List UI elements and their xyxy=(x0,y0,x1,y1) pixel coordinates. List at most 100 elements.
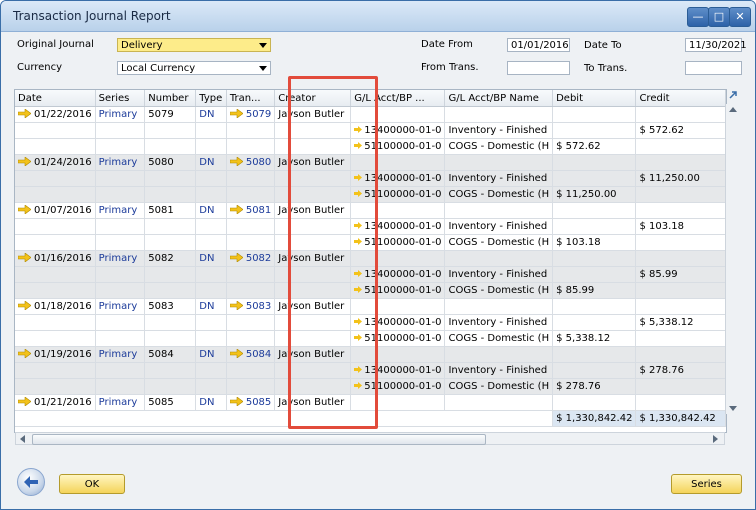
cell-debit xyxy=(552,346,637,363)
cell-credit xyxy=(635,378,726,395)
cell-debit xyxy=(552,154,637,171)
cell-type xyxy=(195,122,227,139)
link-arrow-icon[interactable] xyxy=(18,301,31,310)
cell-series[interactable]: Primary xyxy=(95,298,146,315)
link-arrow-icon[interactable] xyxy=(18,109,31,118)
to-trans-input[interactable] xyxy=(685,61,742,75)
cell-gl-name: COGS - Domestic (H xyxy=(444,378,554,395)
trans-text: 5085 xyxy=(245,397,272,408)
cell-series[interactable]: Primary xyxy=(95,346,146,363)
cell-date xyxy=(15,218,96,235)
link-arrow-icon[interactable] xyxy=(18,157,31,166)
col-header-date[interactable]: Date xyxy=(15,90,96,107)
cell-trans: 5083 xyxy=(226,298,276,315)
cell-credit xyxy=(635,394,726,411)
cell-debit: $ 572.62 xyxy=(552,138,637,155)
link-arrow-icon[interactable] xyxy=(229,253,243,262)
minimize-button[interactable]: — xyxy=(687,7,709,27)
scroll-right-icon[interactable] xyxy=(713,435,719,443)
col-header-trans[interactable]: Tran... xyxy=(226,90,276,107)
cell-gl-name: COGS - Domestic (H xyxy=(444,186,554,203)
expand-icon[interactable] xyxy=(727,89,739,101)
back-button[interactable] xyxy=(17,468,45,496)
cell-gl-name xyxy=(444,154,554,171)
maximize-button[interactable]: □ xyxy=(708,7,730,27)
link-arrow-icon[interactable] xyxy=(18,205,31,214)
trans-text: 5081 xyxy=(245,205,272,216)
cell-gl-name: Inventory - Finished xyxy=(444,122,554,139)
cell-type: DN xyxy=(195,298,227,315)
horizontal-scroll-thumb[interactable] xyxy=(32,434,486,445)
scroll-down-icon[interactable] xyxy=(729,406,737,412)
ok-button[interactable]: OK xyxy=(59,474,125,494)
cell-gl-name xyxy=(444,346,554,363)
cell-number xyxy=(144,218,197,235)
link-arrow-icon[interactable] xyxy=(18,253,31,262)
cell-number xyxy=(144,186,197,203)
link-arrow-icon[interactable] xyxy=(229,349,243,358)
cell-date xyxy=(15,122,96,139)
cell-credit: $ 572.62 xyxy=(635,122,726,139)
col-header-credit[interactable]: Credit xyxy=(635,90,726,107)
cell-credit xyxy=(635,154,726,171)
cell-type xyxy=(195,362,227,379)
link-arrow-icon[interactable] xyxy=(18,397,31,406)
cell-trans: 5080 xyxy=(226,154,276,171)
link-arrow-icon[interactable] xyxy=(229,157,243,166)
cell-gl-name: Inventory - Finished xyxy=(444,218,554,235)
from-trans-label: From Trans. xyxy=(421,62,479,73)
cell-number: 5080 xyxy=(144,154,197,171)
cell-series[interactable]: Primary xyxy=(95,250,146,267)
col-header-series[interactable]: Series xyxy=(95,90,146,107)
link-arrow-icon[interactable] xyxy=(229,205,243,214)
scroll-left-icon[interactable] xyxy=(19,435,25,443)
close-icon: ✕ xyxy=(735,10,745,23)
link-arrow-icon[interactable] xyxy=(18,349,31,358)
cell-gl-name xyxy=(444,250,554,267)
link-arrow-icon[interactable] xyxy=(229,109,243,118)
cell-number xyxy=(144,378,197,395)
title-bar: Transaction Journal Report — □ ✕ xyxy=(1,1,755,32)
col-header-number[interactable]: Number xyxy=(144,90,197,107)
close-button[interactable]: ✕ xyxy=(729,7,751,27)
cell-gl-name xyxy=(444,394,554,411)
cell-trans xyxy=(226,218,276,235)
cell-gl-name xyxy=(444,202,554,219)
cell-series[interactable]: Primary xyxy=(95,202,146,219)
currency-dropdown[interactable]: Local Currency xyxy=(117,61,271,75)
original-journal-dropdown[interactable]: Delivery xyxy=(117,38,271,52)
link-arrow-icon[interactable] xyxy=(229,397,243,406)
date-from-label: Date From xyxy=(421,39,473,50)
cell-credit xyxy=(635,202,726,219)
cell-date: 01/07/2016 xyxy=(15,202,96,219)
link-arrow-icon[interactable] xyxy=(229,301,243,310)
scroll-up-icon[interactable] xyxy=(729,106,737,112)
cell-series[interactable]: Primary xyxy=(95,106,146,123)
cell-trans xyxy=(226,282,276,299)
chevron-down-icon xyxy=(259,43,267,48)
cell-date xyxy=(15,234,96,251)
cell-series[interactable]: Primary xyxy=(95,394,146,411)
date-to-input[interactable]: 11/30/2021 xyxy=(685,38,747,52)
col-header-debit[interactable]: Debit xyxy=(552,90,637,107)
horizontal-scrollbar[interactable] xyxy=(15,432,725,445)
cell-debit xyxy=(552,202,637,219)
cell-number xyxy=(144,234,197,251)
from-trans-input[interactable] xyxy=(507,61,570,75)
vertical-scrollbar[interactable] xyxy=(725,104,740,414)
date-from-input[interactable]: 01/01/2016 xyxy=(507,38,570,52)
cell-gl-name: Inventory - Finished xyxy=(444,170,554,187)
total-credit: $ 1,330,842.42 xyxy=(635,410,726,427)
date-text: 01/19/2016 xyxy=(34,349,92,360)
cell-gl-name: Inventory - Finished xyxy=(444,266,554,283)
original-journal-label: Original Journal xyxy=(17,39,94,50)
cell-number: 5081 xyxy=(144,202,197,219)
cell-number xyxy=(144,362,197,379)
cell-number xyxy=(144,170,197,187)
cell-debit xyxy=(552,106,637,123)
cell-credit xyxy=(635,250,726,267)
col-header-gl-name[interactable]: G/L Acct/BP Name xyxy=(444,90,554,107)
col-header-type[interactable]: Type xyxy=(195,90,227,107)
cell-series[interactable]: Primary xyxy=(95,154,146,171)
series-button[interactable]: Series xyxy=(671,474,742,494)
